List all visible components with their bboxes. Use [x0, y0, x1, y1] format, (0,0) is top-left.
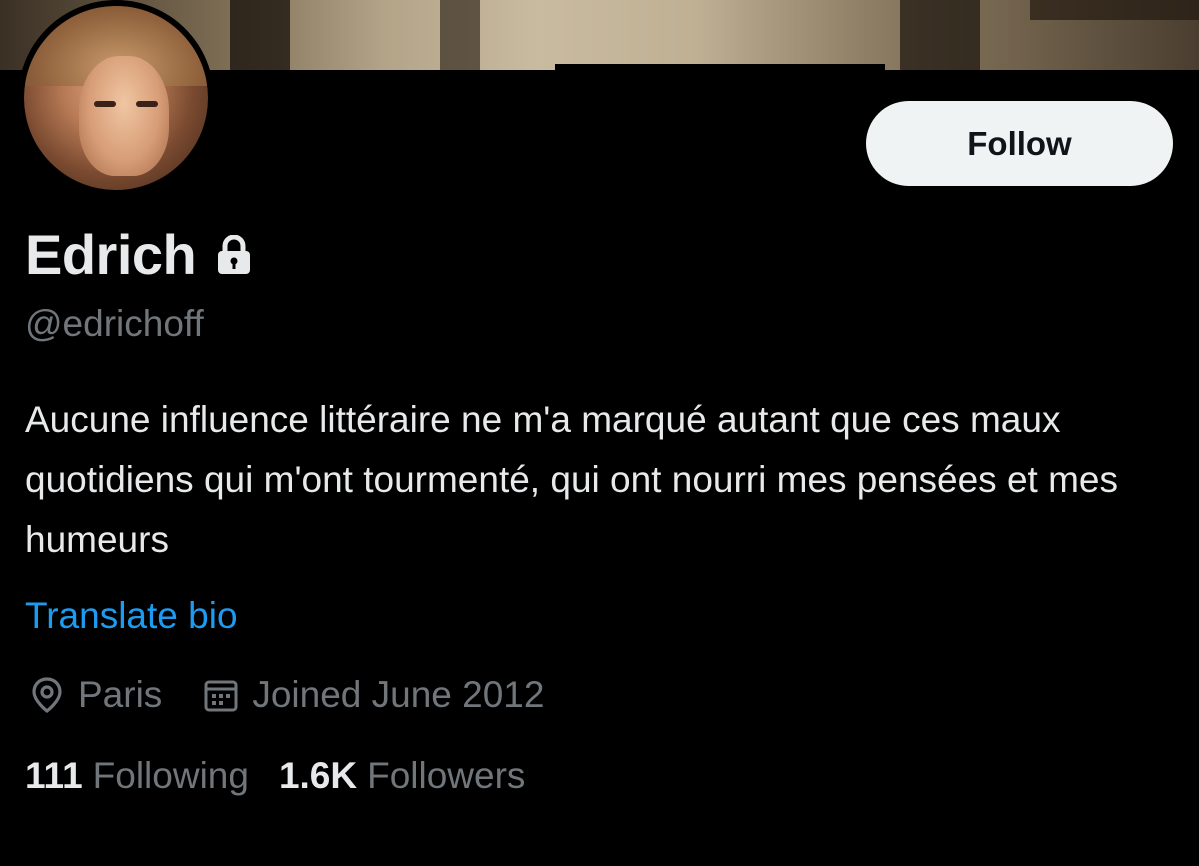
- avatar-face: [79, 56, 169, 176]
- avatar[interactable]: [18, 0, 214, 196]
- profile-meta: Paris Joined June 2012: [28, 674, 584, 716]
- banner-shadow: [555, 64, 885, 70]
- followers-label: Followers: [367, 755, 526, 796]
- follow-button[interactable]: Follow: [866, 101, 1173, 186]
- banner-shadow: [230, 0, 290, 70]
- following-count: 111: [25, 755, 83, 796]
- joined-text: Joined June 2012: [252, 674, 545, 715]
- following-link[interactable]: 111 Following: [25, 755, 249, 797]
- banner-shadow: [900, 0, 980, 70]
- followers-link[interactable]: 1.6K Followers: [279, 755, 525, 797]
- following-label: Following: [92, 755, 249, 796]
- location-item: Paris: [28, 674, 162, 716]
- joined-item: Joined June 2012: [202, 674, 544, 716]
- translate-bio-link[interactable]: Translate bio: [25, 595, 238, 637]
- avatar-eye: [94, 101, 116, 107]
- name-row: Edrich: [25, 222, 252, 287]
- lock-icon: [216, 234, 252, 275]
- followers-count: 1.6K: [278, 755, 358, 796]
- avatar-photo: [24, 6, 208, 190]
- banner-shadow: [440, 0, 480, 70]
- calendar-icon: [202, 676, 240, 714]
- location-pin-icon: [28, 676, 66, 714]
- banner-shadow: [1030, 0, 1199, 20]
- avatar-eye: [136, 101, 158, 107]
- follow-stats: 111 Following 1.6K Followers: [25, 755, 555, 797]
- profile-handle: @edrichoff: [25, 303, 204, 344]
- display-name: Edrich: [25, 223, 197, 286]
- location-text: Paris: [78, 674, 163, 715]
- profile-bio: Aucune influence littéraire ne m'a marqu…: [25, 399, 1118, 560]
